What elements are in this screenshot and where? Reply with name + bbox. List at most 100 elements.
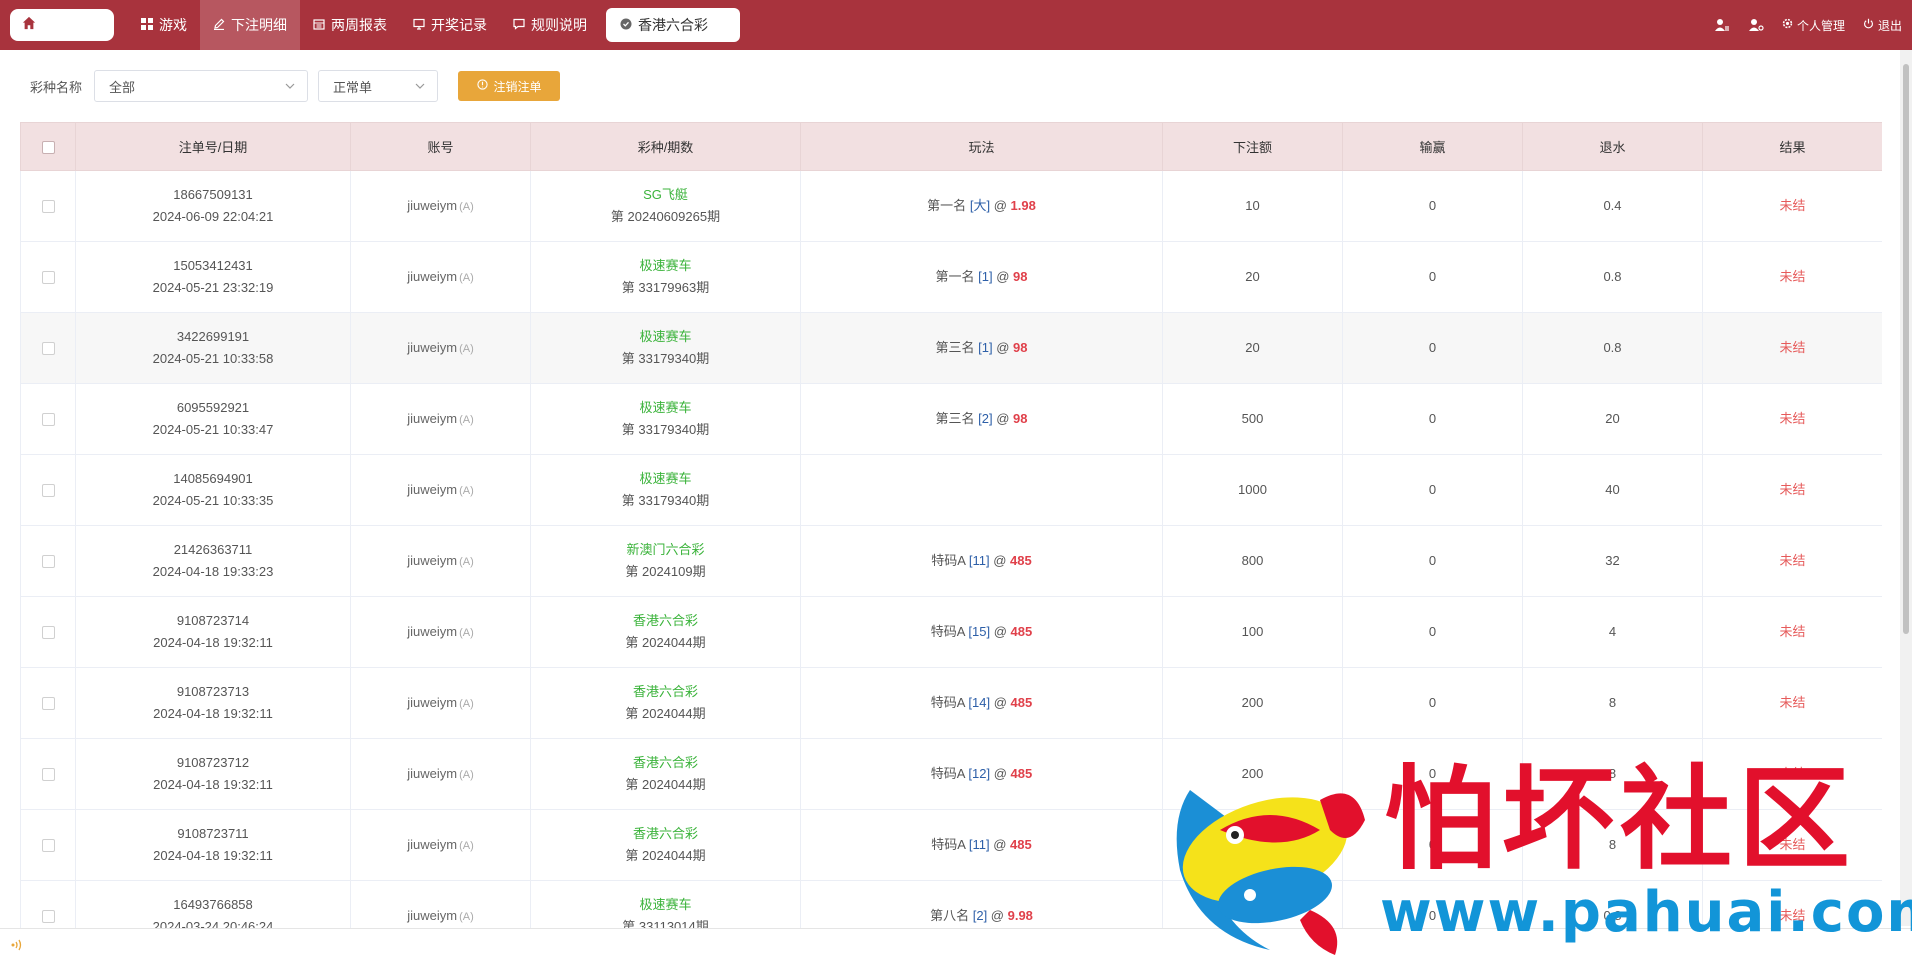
user-icon[interactable] [1714, 18, 1730, 32]
lottery-period: 第 33179340期 [621, 351, 710, 366]
home-button[interactable] [10, 9, 114, 41]
nav-games[interactable]: 游戏 [128, 0, 200, 50]
lottery-period: 第 2024044期 [625, 706, 706, 721]
account-name: jiuweiym [407, 765, 458, 781]
amount-cell: 1000 [1162, 454, 1343, 526]
play-pick: 15 [972, 624, 987, 639]
table-row: 14085694901 2024-05-21 10:33:35 jiuweiym(… [20, 454, 1882, 526]
bet-type-select[interactable]: 正常单 [318, 70, 439, 102]
row-checkbox[interactable] [41, 200, 55, 214]
row-checkbox[interactable] [41, 768, 55, 782]
row-checkbox[interactable] [41, 342, 55, 356]
chevron-down-icon [415, 79, 425, 94]
scrollbar-thumb[interactable] [1903, 64, 1909, 634]
play-odds: 98 [1013, 269, 1028, 284]
row-checkbox[interactable] [41, 910, 55, 924]
account-tag: (A) [459, 839, 474, 852]
nav-rules-label: 规则说明 [531, 17, 587, 33]
cancel-bet-label: 注销注单 [493, 79, 542, 94]
lottery-period-cell: 极速赛车第 33179340期 [530, 383, 801, 455]
bet-id: 9108723711 [177, 826, 249, 841]
table-row: 9108723712 2024-04-18 19:32:11 jiuweiym (A… [20, 738, 1882, 810]
nav-draw-records[interactable]: 开奖记录 [400, 0, 500, 50]
lottery-filter-label: 彩种名称 [30, 79, 83, 95]
lottery-name: SG飞艇 [643, 187, 688, 202]
logout-link[interactable]: 退出 [1863, 17, 1902, 34]
bet-date: 2024-05-21 23:32:19 [152, 280, 274, 295]
personal-management-link[interactable]: 个人管理 [1782, 17, 1845, 34]
nav-rules[interactable]: 规则说明 [500, 0, 600, 50]
result-cell: 未结 [1702, 596, 1882, 668]
bet-id-date-cell: 21426363711 2024-04-18 19:33:23 [75, 525, 351, 597]
bet-date: 2024-05-21 10:33:47 [152, 422, 274, 437]
lottery-period-cell: 极速赛车第 33179340期 [530, 454, 801, 526]
account-tag: (A) [459, 271, 474, 284]
amount-cell: 200 [1162, 809, 1343, 881]
row-select-cell [20, 667, 76, 739]
result-cell: 未结 [1702, 312, 1882, 384]
result-cell: 未结 [1702, 667, 1882, 739]
grid-icon [141, 17, 153, 33]
lottery-name: 极速赛车 [639, 897, 692, 912]
win-loss-cell: 0 [1342, 667, 1523, 739]
play-pick: 14 [972, 695, 987, 710]
row-checkbox[interactable] [41, 555, 55, 569]
bet-id: 16493766858 [173, 897, 253, 912]
table-row: 9108723713 2024-04-18 19:32:11 jiuweiym (A… [20, 667, 1882, 739]
row-select-cell [20, 525, 76, 597]
cancel-bet-button[interactable]: 注销注单 [458, 71, 561, 101]
account-name: jiuweiym [407, 552, 458, 568]
rebate-cell: 8 [1522, 667, 1703, 739]
row-select-cell [20, 383, 76, 455]
account-tag: (A) [459, 413, 474, 426]
header-play: 玩法 [800, 122, 1163, 171]
win-loss-cell: 0 [1342, 596, 1523, 668]
row-select-cell [20, 809, 76, 881]
bet-id: 14085694901 [173, 471, 253, 486]
lottery-period: 第 2024044期 [625, 848, 706, 863]
lottery-select[interactable]: 全部 [94, 70, 309, 102]
row-checkbox[interactable] [41, 839, 55, 853]
current-game-pill[interactable]: 香港六合彩 [606, 8, 740, 42]
bet-type-select-value: 正常单 [333, 79, 373, 95]
lottery-name: 香港六合彩 [632, 613, 698, 628]
table-row: 15053412431 2024-05-21 23:32:19 jiuweiym(… [20, 241, 1882, 313]
row-checkbox[interactable] [41, 626, 55, 640]
row-checkbox[interactable] [41, 413, 55, 427]
top-navbar: 游戏 下注明细 两周报表 开奖记录 规则说明 香港六合彩 个人管理 退出 [0, 0, 1912, 50]
bet-id-date-cell: 15053412431 2024-05-21 23:32:19 [75, 241, 351, 313]
account-tag: (A) [459, 200, 474, 213]
play-pick: 1 [981, 269, 989, 284]
account-tag: (A) [459, 697, 474, 710]
user-settings-icon[interactable] [1748, 18, 1764, 32]
lottery-period: 第 33179963期 [621, 280, 710, 295]
row-checkbox[interactable] [41, 697, 55, 711]
row-select-cell [20, 312, 76, 384]
amount-cell: 20 [1162, 312, 1343, 384]
select-all-checkbox[interactable] [41, 141, 55, 155]
nav-two-week-report[interactable]: 两周报表 [300, 0, 400, 50]
amount-cell: 200 [1162, 667, 1343, 739]
row-checkbox[interactable] [41, 271, 55, 285]
account-name: jiuweiym [407, 836, 458, 852]
nav-bet-details[interactable]: 下注明细 [200, 0, 300, 50]
play-name: 第三名 [935, 411, 975, 426]
bet-date: 2024-04-18 19:32:11 [153, 635, 273, 650]
row-checkbox[interactable] [41, 484, 55, 498]
play-cell: 特码A [11] @ 485 [800, 809, 1163, 881]
rebate-cell: 0.8 [1522, 880, 1703, 928]
logout-label: 退出 [1877, 18, 1902, 33]
row-select-cell [20, 170, 76, 242]
amount-cell: 200 [1162, 738, 1343, 810]
play-pick: 11 [972, 553, 986, 568]
current-game-label: 香港六合彩 [638, 17, 708, 33]
account-cell: jiuweiym (A) [350, 525, 531, 597]
lottery-period: 第 33179340期 [621, 493, 710, 508]
win-loss-cell: 0 [1342, 170, 1523, 242]
sound-icon[interactable] [10, 938, 24, 957]
vertical-scrollbar[interactable] [1900, 50, 1912, 926]
bet-id-date-cell: 16493766858 2024-03-24 20:46:24 [75, 880, 351, 928]
account-cell: jiuweiym (A) [350, 383, 531, 455]
bet-id: 9108723712 [176, 755, 250, 770]
lottery-name: 极速赛车 [639, 258, 692, 273]
